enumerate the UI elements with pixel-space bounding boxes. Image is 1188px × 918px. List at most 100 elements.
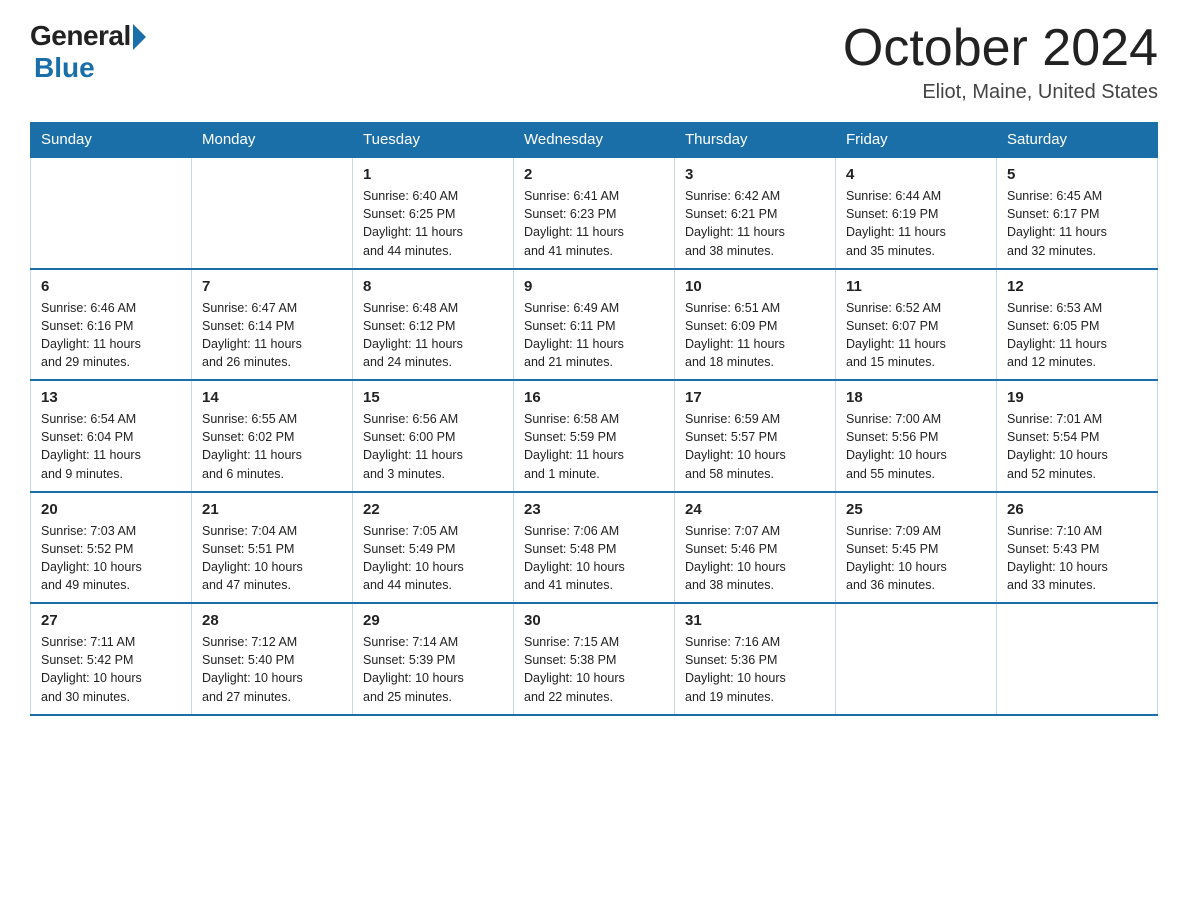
day-number: 19 [1007, 389, 1147, 406]
calendar-cell: 31 Sunrise: 7:16 AMSunset: 5:36 PMDayligh… [675, 603, 836, 715]
calendar-header-friday: Friday [836, 123, 997, 158]
calendar-cell: 8Sunrise: 6:48 AMSunset: 6:12 PMDaylight… [353, 269, 514, 381]
calendar-cell: 5 Sunrise: 6:45 AMSunset: 6:17 PMDaylight… [997, 157, 1158, 269]
calendar-header-monday: Monday [192, 123, 353, 158]
day-number: 16 [524, 389, 664, 406]
calendar-cell: 2Sunrise: 6:41 AMSunset: 6:23 PMDaylight… [514, 157, 675, 269]
location-subtitle: Eliot, Maine, United States [843, 81, 1158, 104]
day-detail: Sunrise: 7:16 AMSunset: 5:36 PMDaylight:… [685, 633, 825, 706]
title-block: October 2024 Eliot, Maine, United States [843, 20, 1158, 104]
calendar-header-wednesday: Wednesday [514, 123, 675, 158]
calendar-cell: 26 Sunrise: 7:10 AMSunset: 5:43 PMDayligh… [997, 492, 1158, 604]
calendar-cell: 27 Sunrise: 7:11 AMSunset: 5:42 PMDayligh… [31, 603, 192, 715]
day-detail: Sunrise: 6:52 AMSunset: 6:07 PMDaylight:… [846, 299, 986, 372]
calendar-week-row: 27 Sunrise: 7:11 AMSunset: 5:42 PMDayligh… [31, 603, 1158, 715]
day-detail: Sunrise: 6:53 AMSunset: 6:05 PMDaylight:… [1007, 299, 1147, 372]
day-number: 5 [1007, 166, 1147, 183]
day-number: 29 [363, 612, 503, 629]
day-number: 4 [846, 166, 986, 183]
calendar-cell: 20 Sunrise: 7:03 AMSunset: 5:52 PMDayligh… [31, 492, 192, 604]
calendar-header-thursday: Thursday [675, 123, 836, 158]
day-detail: Sunrise: 7:04 AMSunset: 5:51 PMDaylight:… [202, 522, 342, 595]
calendar-week-row: 1Sunrise: 6:40 AMSunset: 6:25 PMDaylight… [31, 157, 1158, 269]
day-number: 1 [363, 166, 503, 183]
day-detail: Sunrise: 6:59 AMSunset: 5:57 PMDaylight:… [685, 410, 825, 483]
calendar-cell: 7 Sunrise: 6:47 AMSunset: 6:14 PMDaylight… [192, 269, 353, 381]
day-number: 22 [363, 501, 503, 518]
calendar-cell: 11Sunrise: 6:52 AMSunset: 6:07 PMDayligh… [836, 269, 997, 381]
calendar-cell: 25 Sunrise: 7:09 AMSunset: 5:45 PMDayligh… [836, 492, 997, 604]
calendar-cell [192, 157, 353, 269]
calendar-cell: 21Sunrise: 7:04 AMSunset: 5:51 PMDayligh… [192, 492, 353, 604]
day-detail: Sunrise: 6:45 AMSunset: 6:17 PMDaylight:… [1007, 187, 1147, 260]
calendar-cell: 4 Sunrise: 6:44 AMSunset: 6:19 PMDaylight… [836, 157, 997, 269]
day-number: 20 [41, 501, 181, 518]
calendar-cell [997, 603, 1158, 715]
calendar-header-sunday: Sunday [31, 123, 192, 158]
page-header: General Blue October 2024 Eliot, Maine, … [30, 20, 1158, 104]
day-detail: Sunrise: 7:15 AMSunset: 5:38 PMDaylight:… [524, 633, 664, 706]
day-detail: Sunrise: 7:01 AMSunset: 5:54 PMDaylight:… [1007, 410, 1147, 483]
calendar-week-row: 20 Sunrise: 7:03 AMSunset: 5:52 PMDayligh… [31, 492, 1158, 604]
day-detail: Sunrise: 7:11 AMSunset: 5:42 PMDaylight:… [41, 633, 181, 706]
day-detail: Sunrise: 7:07 AMSunset: 5:46 PMDaylight:… [685, 522, 825, 595]
day-detail: Sunrise: 6:47 AMSunset: 6:14 PMDaylight:… [202, 299, 342, 372]
day-number: 7 [202, 278, 342, 295]
calendar-cell [836, 603, 997, 715]
day-number: 3 [685, 166, 825, 183]
calendar-cell: 12 Sunrise: 6:53 AMSunset: 6:05 PMDayligh… [997, 269, 1158, 381]
day-number: 9 [524, 278, 664, 295]
day-detail: Sunrise: 6:44 AMSunset: 6:19 PMDaylight:… [846, 187, 986, 260]
day-number: 28 [202, 612, 342, 629]
calendar-cell: 24 Sunrise: 7:07 AMSunset: 5:46 PMDayligh… [675, 492, 836, 604]
day-detail: Sunrise: 6:58 AMSunset: 5:59 PMDaylight:… [524, 410, 664, 483]
day-number: 14 [202, 389, 342, 406]
day-detail: Sunrise: 7:12 AMSunset: 5:40 PMDaylight:… [202, 633, 342, 706]
day-detail: Sunrise: 6:42 AMSunset: 6:21 PMDaylight:… [685, 187, 825, 260]
day-detail: Sunrise: 7:10 AMSunset: 5:43 PMDaylight:… [1007, 522, 1147, 595]
calendar-header-tuesday: Tuesday [353, 123, 514, 158]
day-number: 2 [524, 166, 664, 183]
calendar-cell: 22 Sunrise: 7:05 AMSunset: 5:49 PMDayligh… [353, 492, 514, 604]
logo-blue-text: Blue [34, 52, 95, 84]
day-number: 31 [685, 612, 825, 629]
logo-arrow-icon [133, 24, 146, 50]
calendar-cell: 16 Sunrise: 6:58 AMSunset: 5:59 PMDayligh… [514, 380, 675, 492]
calendar-cell: 1Sunrise: 6:40 AMSunset: 6:25 PMDaylight… [353, 157, 514, 269]
day-number: 27 [41, 612, 181, 629]
day-detail: Sunrise: 7:06 AMSunset: 5:48 PMDaylight:… [524, 522, 664, 595]
day-number: 10 [685, 278, 825, 295]
day-detail: Sunrise: 7:09 AMSunset: 5:45 PMDaylight:… [846, 522, 986, 595]
day-number: 13 [41, 389, 181, 406]
calendar-cell: 28 Sunrise: 7:12 AMSunset: 5:40 PMDayligh… [192, 603, 353, 715]
day-detail: Sunrise: 7:03 AMSunset: 5:52 PMDaylight:… [41, 522, 181, 595]
calendar-header-row: SundayMondayTuesdayWednesdayThursdayFrid… [31, 123, 1158, 158]
day-number: 12 [1007, 278, 1147, 295]
calendar-cell: 10Sunrise: 6:51 AMSunset: 6:09 PMDayligh… [675, 269, 836, 381]
day-number: 23 [524, 501, 664, 518]
day-number: 24 [685, 501, 825, 518]
logo-general-text: General [30, 20, 131, 52]
day-number: 18 [846, 389, 986, 406]
calendar-cell: 3 Sunrise: 6:42 AMSunset: 6:21 PMDaylight… [675, 157, 836, 269]
calendar-cell: 6 Sunrise: 6:46 AMSunset: 6:16 PMDaylight… [31, 269, 192, 381]
day-number: 6 [41, 278, 181, 295]
day-number: 8 [363, 278, 503, 295]
calendar-cell: 15 Sunrise: 6:56 AMSunset: 6:00 PMDayligh… [353, 380, 514, 492]
day-number: 30 [524, 612, 664, 629]
day-detail: Sunrise: 6:55 AMSunset: 6:02 PMDaylight:… [202, 410, 342, 483]
day-detail: Sunrise: 6:49 AMSunset: 6:11 PMDaylight:… [524, 299, 664, 372]
day-detail: Sunrise: 6:54 AMSunset: 6:04 PMDaylight:… [41, 410, 181, 483]
day-number: 26 [1007, 501, 1147, 518]
day-detail: Sunrise: 7:05 AMSunset: 5:49 PMDaylight:… [363, 522, 503, 595]
calendar-cell: 9 Sunrise: 6:49 AMSunset: 6:11 PMDaylight… [514, 269, 675, 381]
logo: General Blue [30, 20, 146, 84]
day-detail: Sunrise: 6:46 AMSunset: 6:16 PMDaylight:… [41, 299, 181, 372]
day-detail: Sunrise: 7:00 AMSunset: 5:56 PMDaylight:… [846, 410, 986, 483]
calendar-cell: 17Sunrise: 6:59 AMSunset: 5:57 PMDayligh… [675, 380, 836, 492]
day-detail: Sunrise: 6:56 AMSunset: 6:00 PMDaylight:… [363, 410, 503, 483]
day-number: 15 [363, 389, 503, 406]
calendar-cell: 23 Sunrise: 7:06 AMSunset: 5:48 PMDayligh… [514, 492, 675, 604]
calendar-week-row: 6 Sunrise: 6:46 AMSunset: 6:16 PMDaylight… [31, 269, 1158, 381]
day-number: 25 [846, 501, 986, 518]
